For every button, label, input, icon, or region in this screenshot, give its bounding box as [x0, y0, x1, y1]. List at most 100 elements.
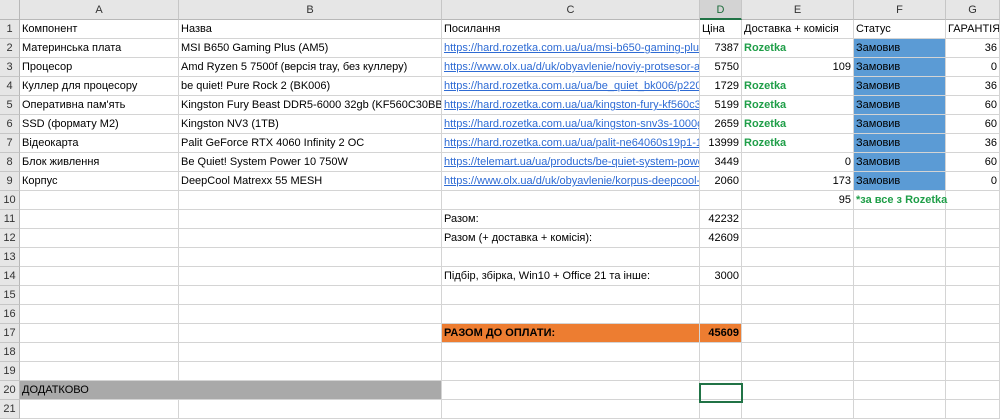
- empty-cell[interactable]: [20, 191, 179, 210]
- cell-name[interactable]: Palit GeForce RTX 4060 Infinity 2 OC: [179, 134, 442, 153]
- status-cell[interactable]: Замовив: [854, 39, 946, 58]
- cell-price[interactable]: 7387: [700, 39, 742, 58]
- cell-delivery[interactable]: Rozetka: [742, 115, 854, 134]
- cell-price[interactable]: 2060: [700, 172, 742, 191]
- spreadsheet[interactable]: A B C D E F G 1 2 3 4 5 6 7 8 9 10 11 12…: [0, 0, 1000, 419]
- empty-cell[interactable]: [854, 267, 946, 286]
- cell-warranty[interactable]: 60: [946, 153, 1000, 172]
- row-header[interactable]: 9: [0, 172, 20, 191]
- column-header-d[interactable]: D: [700, 0, 742, 20]
- rozetka-note[interactable]: *за все з Rozetka: [854, 191, 1000, 210]
- product-link[interactable]: https://hard.rozetka.com.ua/ua/msi-b650-…: [442, 39, 700, 58]
- cell-name[interactable]: be quiet! Pure Rock 2 (BK006): [179, 77, 442, 96]
- empty-cell[interactable]: [20, 324, 179, 343]
- cell-price[interactable]: 2659: [700, 115, 742, 134]
- row-header[interactable]: 18: [0, 343, 20, 362]
- row-header[interactable]: 1: [0, 20, 20, 39]
- cell-component[interactable]: Куллер для процесору: [20, 77, 179, 96]
- empty-cell[interactable]: [742, 248, 854, 267]
- empty-cell[interactable]: [700, 362, 742, 381]
- header-link[interactable]: Посилання: [442, 20, 700, 39]
- cell-delivery[interactable]: Rozetka: [742, 134, 854, 153]
- cell-warranty[interactable]: 60: [946, 115, 1000, 134]
- row-header[interactable]: 7: [0, 134, 20, 153]
- row-header[interactable]: 14: [0, 267, 20, 286]
- empty-cell[interactable]: [742, 267, 854, 286]
- row-header[interactable]: 3: [0, 58, 20, 77]
- cell-name[interactable]: Amd Ryzen 5 7500f (версія tray, без кулл…: [179, 58, 442, 77]
- cell-component[interactable]: Процесор: [20, 58, 179, 77]
- cell-warranty[interactable]: 60: [946, 96, 1000, 115]
- service-label[interactable]: Підбір, збірка, Win10 + Office 21 та інш…: [442, 267, 700, 286]
- cell-warranty[interactable]: 0: [946, 58, 1000, 77]
- row-header[interactable]: 6: [0, 115, 20, 134]
- empty-cell[interactable]: [20, 248, 179, 267]
- cell-name[interactable]: Kingston Fury Beast DDR5-6000 32gb (KF56…: [179, 96, 442, 115]
- status-cell[interactable]: Замовив: [854, 153, 946, 172]
- empty-cell[interactable]: [854, 248, 946, 267]
- row-header[interactable]: 11: [0, 210, 20, 229]
- cell-component[interactable]: Блок живлення: [20, 153, 179, 172]
- empty-cell[interactable]: [742, 362, 854, 381]
- cell-price[interactable]: 1729: [700, 77, 742, 96]
- cell-component[interactable]: SSD (формату M2): [20, 115, 179, 134]
- empty-cell[interactable]: [946, 210, 1000, 229]
- status-cell[interactable]: Замовив: [854, 58, 946, 77]
- empty-cell[interactable]: [20, 267, 179, 286]
- product-link[interactable]: https://hard.rozetka.com.ua/ua/kingston-…: [442, 96, 700, 115]
- cell-warranty[interactable]: 36: [946, 77, 1000, 96]
- cell-component[interactable]: Корпус: [20, 172, 179, 191]
- empty-cell[interactable]: [179, 343, 442, 362]
- status-cell[interactable]: Замовив: [854, 172, 946, 191]
- cell-delivery[interactable]: Rozetka: [742, 39, 854, 58]
- empty-cell[interactable]: [742, 381, 854, 400]
- row-header[interactable]: 13: [0, 248, 20, 267]
- empty-cell[interactable]: [179, 191, 442, 210]
- empty-cell[interactable]: [442, 286, 700, 305]
- status-cell[interactable]: Замовив: [854, 134, 946, 153]
- empty-cell[interactable]: [442, 362, 700, 381]
- status-cell[interactable]: Замовив: [854, 115, 946, 134]
- empty-cell[interactable]: [946, 229, 1000, 248]
- row-header[interactable]: 4: [0, 77, 20, 96]
- empty-cell[interactable]: [442, 191, 700, 210]
- column-header-f[interactable]: F: [854, 0, 946, 20]
- empty-cell[interactable]: [20, 305, 179, 324]
- empty-cell[interactable]: [742, 343, 854, 362]
- cell-price[interactable]: 13999: [700, 134, 742, 153]
- empty-cell[interactable]: [854, 324, 946, 343]
- empty-cell[interactable]: [179, 210, 442, 229]
- additional-title[interactable]: ДОДАТКОВО: [20, 381, 442, 400]
- empty-cell[interactable]: [700, 286, 742, 305]
- row-header[interactable]: 19: [0, 362, 20, 381]
- empty-cell[interactable]: [946, 305, 1000, 324]
- header-warranty[interactable]: ГАРАНТІЯ: [946, 20, 1000, 39]
- selected-cell[interactable]: [699, 383, 743, 403]
- empty-cell[interactable]: [854, 305, 946, 324]
- product-link[interactable]: https://hard.rozetka.com.ua/ua/be_quiet_…: [442, 77, 700, 96]
- row-header[interactable]: 17: [0, 324, 20, 343]
- column-header-e[interactable]: E: [742, 0, 854, 20]
- sum-delivery-value[interactable]: 42609: [700, 229, 742, 248]
- empty-cell[interactable]: [442, 381, 700, 400]
- header-delivery[interactable]: Доставка + комісія: [742, 20, 854, 39]
- row-header[interactable]: 16: [0, 305, 20, 324]
- empty-cell[interactable]: [946, 286, 1000, 305]
- empty-cell[interactable]: [179, 305, 442, 324]
- empty-cell[interactable]: [742, 229, 854, 248]
- empty-cell[interactable]: [179, 324, 442, 343]
- row-header[interactable]: 12: [0, 229, 20, 248]
- empty-cell[interactable]: [179, 248, 442, 267]
- product-link[interactable]: https://hard.rozetka.com.ua/ua/kingston-…: [442, 115, 700, 134]
- cell-price[interactable]: 3449: [700, 153, 742, 172]
- empty-cell[interactable]: [946, 267, 1000, 286]
- empty-cell[interactable]: [946, 362, 1000, 381]
- cell-component[interactable]: Оперативна пам'ять: [20, 96, 179, 115]
- empty-cell[interactable]: [946, 381, 1000, 400]
- cell-price[interactable]: 5199: [700, 96, 742, 115]
- product-link[interactable]: https://hard.rozetka.com.ua/ua/palit-ne6…: [442, 134, 700, 153]
- empty-cell[interactable]: [742, 286, 854, 305]
- row-header[interactable]: 15: [0, 286, 20, 305]
- empty-cell[interactable]: [700, 248, 742, 267]
- sum-delivery-label[interactable]: Разом (+ доставка + комісія):: [442, 229, 700, 248]
